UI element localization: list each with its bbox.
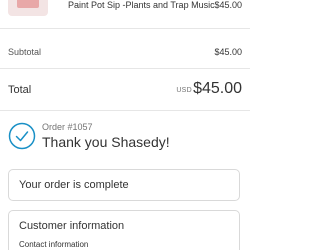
- divider: [0, 68, 250, 69]
- customer-information-panel: Customer information Contact information: [8, 210, 240, 250]
- subtotal-value: $45.00: [214, 47, 242, 57]
- total-currency: USD: [176, 87, 192, 94]
- line-item: Paint Pot Sip -Plants and Trap Music $45…: [0, 0, 250, 20]
- product-thumbnail: [8, 0, 48, 16]
- line-item-name: Paint Pot Sip -Plants and Trap Music: [68, 0, 215, 10]
- total-value: $45.00: [193, 80, 242, 97]
- divider: [0, 110, 250, 111]
- customer-information-title: Customer information: [19, 220, 125, 232]
- subtotal-label: Subtotal: [8, 47, 42, 57]
- thank-you-heading: Thank you Shasedy!: [42, 134, 170, 150]
- order-complete-title: Your order is complete: [19, 179, 129, 191]
- check-circle-icon: [8, 122, 36, 150]
- divider: [0, 28, 250, 29]
- line-item-price: $45.00: [214, 0, 242, 10]
- total-label: Total: [8, 84, 32, 96]
- order-status-page: Paint Pot Sip -Plants and Trap Music $45…: [0, 0, 250, 250]
- contact-information-heading: Contact information: [19, 240, 89, 249]
- order-number: Order #1057: [42, 122, 93, 132]
- order-complete-panel: Your order is complete: [8, 169, 240, 201]
